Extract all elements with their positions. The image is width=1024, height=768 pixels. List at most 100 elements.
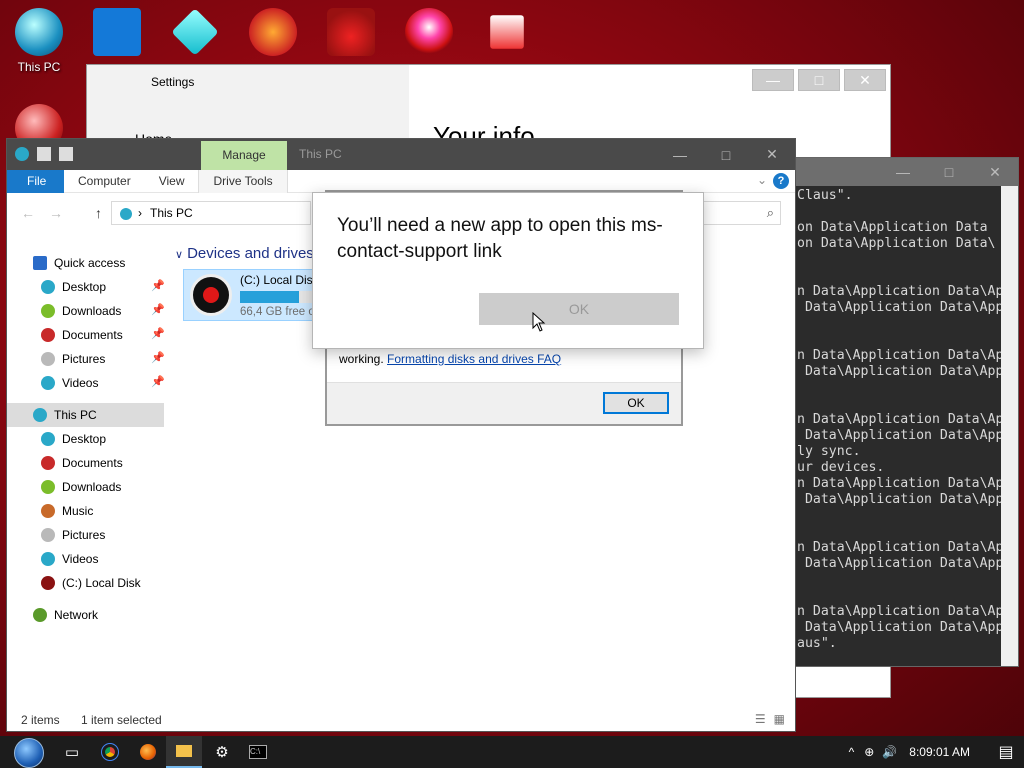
nav-label: Desktop <box>62 432 107 446</box>
clock[interactable]: 8:09:01 AM <box>909 745 970 759</box>
quick-access-toolbar <box>15 147 73 161</box>
window-title: This PC <box>299 147 342 161</box>
downloads-icon <box>41 480 55 494</box>
maximize-button[interactable]: □ <box>926 158 972 186</box>
desktop-icon-diamond[interactable] <box>158 8 232 60</box>
nav-label: Videos <box>62 376 99 390</box>
nav-this-pc[interactable]: This PC <box>33 403 97 427</box>
start-button[interactable] <box>8 736 48 768</box>
help-icon[interactable]: ? <box>773 173 789 189</box>
nav-label: (C:) Local Disk <box>62 576 141 590</box>
nav-item-documents[interactable]: Documents <box>41 323 123 347</box>
nav-pc-music[interactable]: Music <box>41 499 93 523</box>
notification-icon[interactable]: ▤ <box>988 742 1024 762</box>
pin-icon[interactable]: 📌 <box>151 327 165 340</box>
nav-pc-documents[interactable]: Documents <box>41 451 123 475</box>
up-arrow-icon[interactable]: ↑ <box>95 205 102 221</box>
nav-item-desktop[interactable]: Desktop <box>41 275 106 299</box>
nav-label: Pictures <box>62 528 106 542</box>
desktop-icon-extra[interactable] <box>470 8 544 60</box>
nav-quick-access[interactable]: Quick access <box>33 251 125 275</box>
new-folder-icon[interactable] <box>59 147 73 161</box>
format-ok-button[interactable]: OK <box>603 392 669 414</box>
pin-icon[interactable]: 📌 <box>151 375 165 388</box>
close-button[interactable]: ✕ <box>972 158 1018 186</box>
tiles-view-icon[interactable]: ▦ <box>774 712 785 726</box>
disk-icon <box>190 274 232 316</box>
nav-item-videos[interactable]: Videos <box>41 371 98 395</box>
desktop-icon-this-pc[interactable]: This PC <box>2 8 76 74</box>
file-explorer-icon[interactable] <box>166 736 202 768</box>
drive-tile[interactable]: (C:) Local Disk 66,4 GB free of <box>183 269 324 321</box>
address-bar[interactable]: › This PC <box>111 201 311 225</box>
back-arrow-icon[interactable]: ← <box>21 205 35 221</box>
desktop-icon-tuneos[interactable] <box>80 8 154 60</box>
details-view-icon[interactable]: ☰ <box>755 712 766 726</box>
this-pc-icon <box>120 207 132 220</box>
chrome-icon[interactable] <box>92 736 128 768</box>
volume-icon[interactable]: 🔊 <box>882 745 897 759</box>
nav-item-downloads[interactable]: Downloads <box>41 299 121 323</box>
search-input[interactable]: ⌕ <box>691 201 781 225</box>
status-selection: 1 item selected <box>81 713 162 727</box>
pin-icon[interactable]: 📌 <box>151 351 165 364</box>
close-button[interactable]: ✕ <box>749 139 795 170</box>
minimize-button[interactable]: — <box>752 69 794 91</box>
pin-icon[interactable]: 📌 <box>151 279 165 292</box>
group-heading[interactable]: ∨ Devices and drives <box>175 245 314 262</box>
chrome-icon-glyph <box>101 743 119 761</box>
tab-computer[interactable]: Computer <box>64 170 145 193</box>
chevron-up-icon[interactable]: ^ <box>849 745 855 759</box>
nav-pc-local-disk[interactable]: (C:) Local Disk <box>41 571 141 595</box>
nav-item-pictures[interactable]: Pictures <box>41 347 105 371</box>
nav-label: Videos <box>62 552 99 566</box>
drive-name: (C:) Local Disk <box>240 273 319 287</box>
console-scrollbar[interactable] <box>1001 186 1018 666</box>
globe-icon[interactable]: ⊕ <box>864 745 874 759</box>
this-pc-icon <box>15 8 63 56</box>
ok-button[interactable]: OK <box>479 293 679 325</box>
angry-bird-icon <box>327 8 375 56</box>
breadcrumb-separator: › <box>138 206 142 220</box>
nav-label: Documents <box>62 456 123 470</box>
properties-icon[interactable] <box>37 147 51 161</box>
tab-manage[interactable]: Manage <box>201 141 287 170</box>
mouse-cursor-icon <box>532 312 546 332</box>
desktop-icon-santa[interactable] <box>392 8 466 60</box>
tab-file[interactable]: File <box>7 170 64 193</box>
nav-network[interactable]: Network <box>33 603 98 627</box>
nav-pc-videos[interactable]: Videos <box>41 547 98 571</box>
folder-icon <box>176 745 192 757</box>
downloads-icon <box>41 304 55 318</box>
nav-pc-desktop[interactable]: Desktop <box>41 427 106 451</box>
pin-icon[interactable]: 📌 <box>151 303 165 316</box>
maximize-button[interactable]: □ <box>703 139 749 170</box>
firefox-icon[interactable] <box>130 736 166 768</box>
close-button[interactable]: ✕ <box>844 69 886 91</box>
task-view-icon[interactable]: ▭ <box>54 736 90 768</box>
chevron-down-icon[interactable]: ⌄ <box>757 173 767 187</box>
tab-view[interactable]: View <box>145 170 199 193</box>
desktop-icon-youtube[interactable] <box>314 8 388 60</box>
console-window[interactable]: — □ ✕ Claus". on Data\Application Data o… <box>794 157 1019 667</box>
nav-pc-pictures[interactable]: Pictures <box>41 523 105 547</box>
app-needed-dialog[interactable]: You’ll need a new app to open this ms-co… <box>312 192 704 349</box>
gear-icon <box>93 8 141 56</box>
command-prompt-icon[interactable]: C:\ <box>240 736 276 768</box>
star-icon <box>33 256 47 270</box>
maximize-button[interactable]: □ <box>798 69 840 91</box>
minimize-button[interactable]: — <box>880 158 926 186</box>
faq-link[interactable]: Formatting disks and drives FAQ <box>387 352 561 366</box>
videos-icon <box>41 552 55 566</box>
tab-drive-tools[interactable]: Drive Tools <box>198 170 288 193</box>
system-tray: ^ ⊕ 🔊 8:09:01 AM ▤ <box>849 736 1024 768</box>
forward-arrow-icon[interactable]: → <box>49 205 63 221</box>
desktop-icon-begging[interactable] <box>236 8 310 60</box>
minimize-button[interactable]: — <box>657 139 703 170</box>
nav-label: This PC <box>54 408 97 422</box>
navigation-pane: Quick access Desktop 📌 Downloads 📌 Docum… <box>7 239 167 709</box>
desktop-icon <box>41 432 55 446</box>
nav-label: Quick access <box>54 256 126 270</box>
nav-pc-downloads[interactable]: Downloads <box>41 475 121 499</box>
settings-gear-icon[interactable]: ⚙ <box>204 736 240 768</box>
